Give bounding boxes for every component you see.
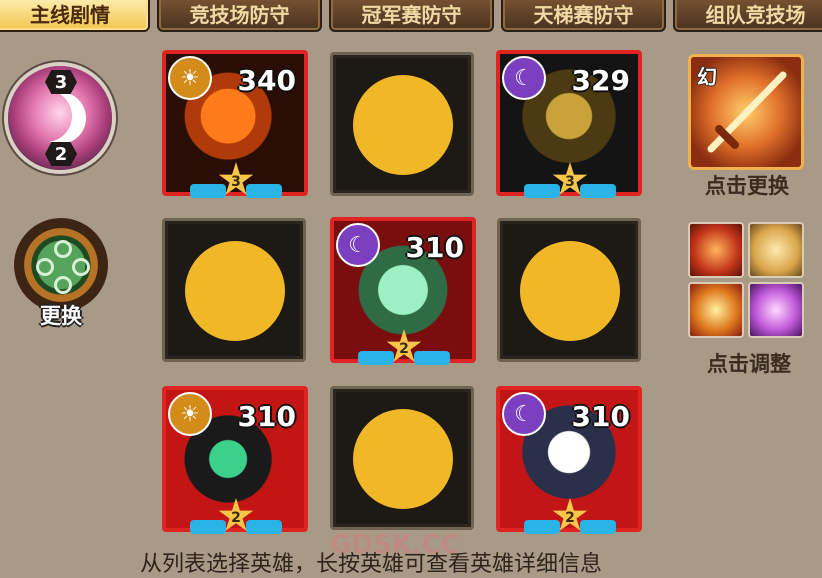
- sun-element-icon: ☀: [168, 392, 212, 436]
- fire-slash-icon[interactable]: [688, 222, 744, 278]
- empty-slot-2-1[interactable]: [162, 218, 306, 362]
- phase-top-number: 3: [45, 70, 77, 94]
- skill-adjust-caption[interactable]: 点击调整: [684, 348, 814, 378]
- hero-slot-3-3[interactable]: ☾ 310 2: [496, 386, 642, 534]
- rune-dot: [36, 258, 54, 276]
- sword-icon: [707, 71, 787, 153]
- wing-left: [190, 520, 226, 534]
- wing-left: [190, 184, 226, 198]
- wing-left: [524, 184, 560, 198]
- wing-right: [246, 520, 282, 534]
- crescent-moon-icon: [34, 92, 86, 144]
- hero-power: 310: [571, 400, 630, 433]
- phase-bottom-number: 2: [45, 142, 77, 166]
- tab-main-story[interactable]: 主线剧情: [0, 0, 150, 32]
- empty-slot-2-3[interactable]: [497, 218, 641, 362]
- sun-element-icon: ☀: [168, 56, 212, 100]
- rune-change-button[interactable]: [14, 218, 108, 312]
- rune-dot: [72, 258, 90, 276]
- hero-power: 340: [237, 64, 296, 97]
- golden-aura-icon[interactable]: [748, 222, 804, 278]
- wing-left: [524, 520, 560, 534]
- star-rank: 3: [524, 162, 616, 202]
- star-rank: 2: [358, 329, 450, 369]
- hero-power: 310: [405, 231, 464, 264]
- moon-element-icon: ☾: [502, 392, 546, 436]
- hero-power: 329: [571, 64, 630, 97]
- tab-bar: 主线剧情 竞技场防守 冠军赛防守 天梯赛防守 组队竞技场: [0, 0, 822, 36]
- empty-slot-emblem-icon: [353, 409, 453, 509]
- hero-slot-2-2[interactable]: ☾ 310 2: [330, 217, 476, 365]
- tab-championship-defense[interactable]: 冠军赛防守: [329, 0, 494, 32]
- star-rank: 2: [524, 498, 616, 538]
- lotus-icon[interactable]: [748, 282, 804, 338]
- wing-right: [414, 351, 450, 365]
- watermark: GDSK.CC: [330, 530, 460, 560]
- holy-cross-icon[interactable]: [688, 282, 744, 338]
- wing-right: [580, 184, 616, 198]
- empty-slot-emblem-icon: [353, 75, 453, 175]
- rune-circle-icon: [54, 240, 72, 258]
- tab-team-arena[interactable]: 组队竞技场: [673, 0, 822, 32]
- weapon-slot[interactable]: 幻: [688, 54, 804, 170]
- hero-slot-3-1[interactable]: ☀ 310 2: [162, 386, 308, 534]
- star-rank: 2: [190, 498, 282, 538]
- moon-element-icon: ☾: [502, 56, 546, 100]
- moon-element-icon: ☾: [336, 223, 380, 267]
- empty-slot-1-2[interactable]: [330, 52, 474, 196]
- wing-left: [358, 351, 394, 365]
- tab-arena-defense[interactable]: 竞技场防守: [157, 0, 322, 32]
- wing-right: [246, 184, 282, 198]
- wing-right: [580, 520, 616, 534]
- star-rank: 3: [190, 162, 282, 202]
- weapon-change-caption[interactable]: 点击更换: [682, 170, 812, 200]
- empty-slot-emblem-icon: [185, 241, 285, 341]
- hero-slot-1-1[interactable]: ☀ 340 3: [162, 50, 308, 198]
- empty-slot-emblem-icon: [520, 241, 620, 341]
- rune-dot: [54, 276, 72, 294]
- hero-power: 310: [237, 400, 296, 433]
- rune-change-label: 更换: [40, 304, 82, 328]
- empty-slot-3-2[interactable]: [330, 386, 474, 530]
- tab-ladder-defense[interactable]: 天梯赛防守: [501, 0, 666, 32]
- formation-phase-badge[interactable]: 3 2: [8, 66, 112, 170]
- hero-slot-1-3[interactable]: ☾ 329 3: [496, 50, 642, 198]
